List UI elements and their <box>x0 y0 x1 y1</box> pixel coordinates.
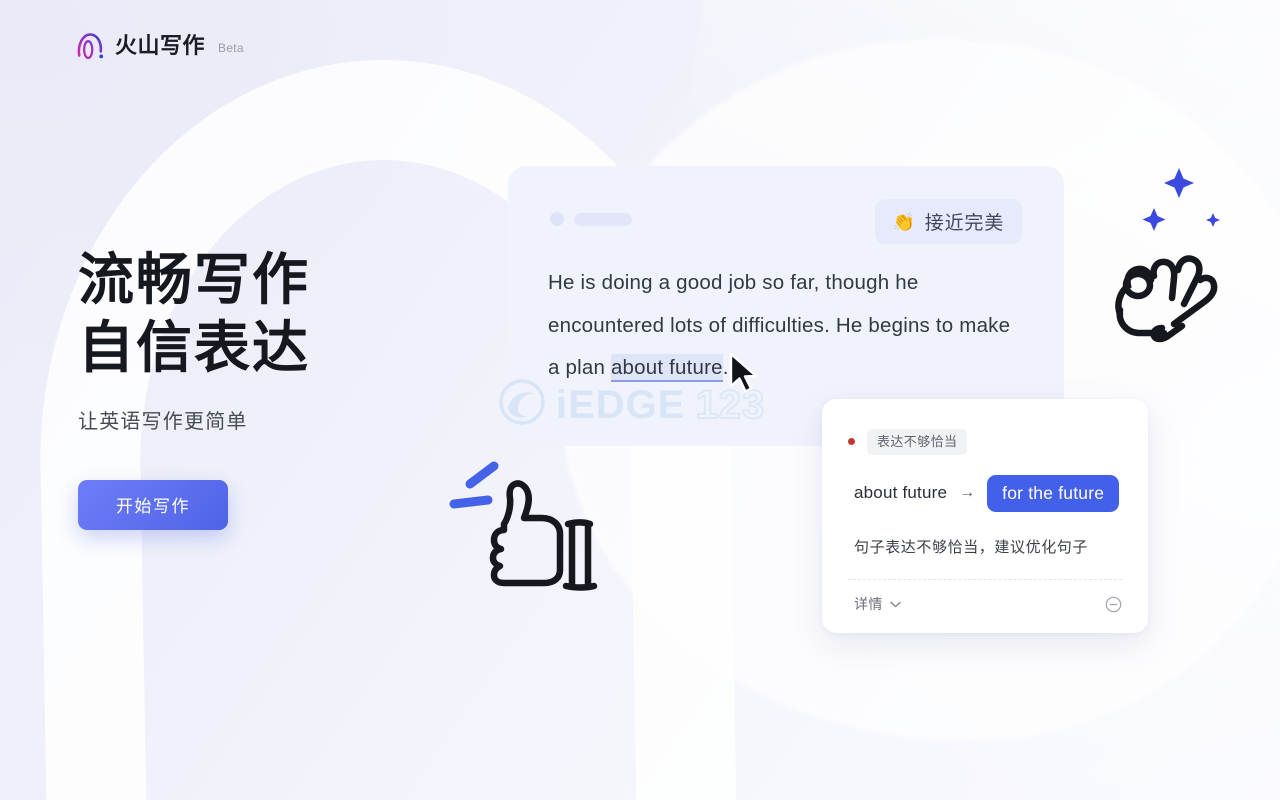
severity-dot-icon <box>848 438 855 446</box>
chevron-down-icon <box>890 601 901 608</box>
beta-badge: Beta <box>218 41 244 55</box>
suggestion-replacement-row: about future → for the future <box>848 474 1122 513</box>
details-toggle[interactable]: 详情 <box>854 594 901 614</box>
suggestion-tag-row: 表达不够恰当 <box>848 429 1122 455</box>
suggestion-card: 表达不够恰当 about future → for the future 句子表… <box>822 399 1148 633</box>
circle-minus-icon[interactable] <box>1105 596 1122 613</box>
hero-title-line-1: 流畅写作 <box>78 248 310 311</box>
brand-name: 火山写作 <box>115 33 206 58</box>
hero-subtitle: 让英语写作更简单 <box>78 410 248 433</box>
editor-text-body[interactable]: He is doing a good job so far, though he… <box>548 262 1026 390</box>
suggestion-footer: 详情 <box>848 594 1122 614</box>
original-phrase: about future <box>854 483 948 503</box>
hero-section: 流畅写作 自信表达 让英语写作更简单 开始写作 <box>78 246 310 530</box>
suggestion-divider <box>848 579 1122 581</box>
score-badge-label: 接近完美 <box>924 213 1004 234</box>
details-label: 详情 <box>854 596 883 613</box>
score-badge[interactable]: 👏 接近完美 <box>874 199 1022 244</box>
start-writing-button[interactable]: 开始写作 <box>78 479 228 530</box>
apply-replacement-button[interactable]: for the future <box>987 474 1120 513</box>
volcano-loop-icon <box>76 30 106 62</box>
clapping-hands-icon: 👏 <box>892 211 916 232</box>
toolbar-pill-placeholder <box>574 212 632 226</box>
editor-toolbar-placeholder <box>550 212 632 226</box>
suggestion-category-tag: 表达不够恰当 <box>867 429 968 455</box>
hero-title-line-2: 自信表达 <box>78 316 310 380</box>
toolbar-dot-placeholder <box>550 212 564 226</box>
suggestion-description: 句子表达不够恰当，建议优化句子 <box>854 539 1089 557</box>
editor-text-after: . <box>722 356 729 379</box>
brand-logo-bar[interactable]: 火山写作 Beta <box>76 30 244 62</box>
page-title: 流畅写作 自信表达 <box>78 246 310 383</box>
highlighted-phrase[interactable]: about future <box>610 354 723 382</box>
arrow-right-icon: → <box>959 484 976 502</box>
